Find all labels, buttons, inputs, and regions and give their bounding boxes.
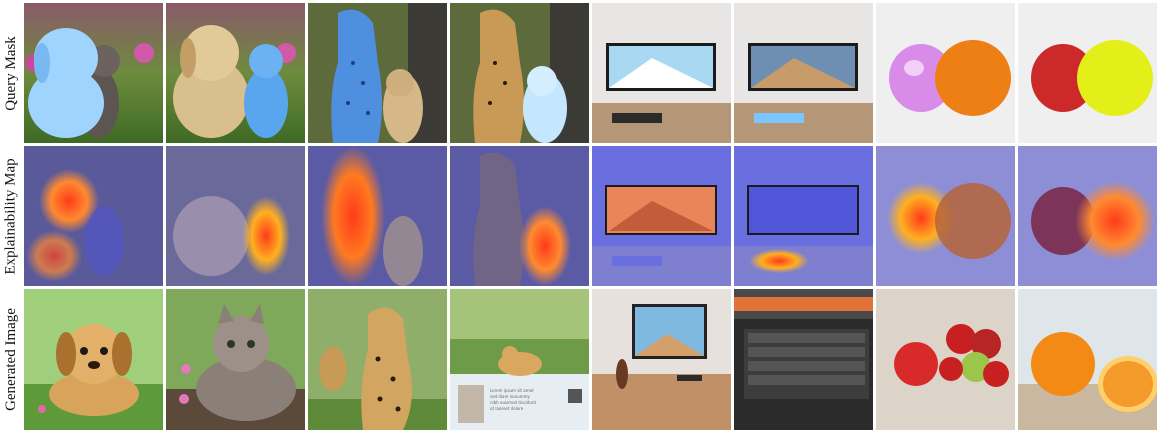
query-mask-golden-dog <box>450 3 589 143</box>
explainability-map-keyboard <box>734 146 873 286</box>
generated-image-caption-line-1: Lorem ipsum sit amet <box>490 388 534 393</box>
explainability-map-dog <box>24 146 163 286</box>
generated-image-apples <box>876 289 1015 430</box>
generated-image-cheetahs <box>308 289 447 430</box>
generated-image-caption-line-2: sed diam nonummy <box>490 394 530 399</box>
generated-image-puppy <box>24 289 163 430</box>
generated-image-kitten <box>166 289 305 430</box>
query-mask-keyboard <box>734 3 873 143</box>
generated-image-caption-line-3: nibh euismod tincidunt <box>490 400 536 405</box>
query-mask-cheetah <box>308 3 447 143</box>
explainability-map-cat <box>166 146 305 286</box>
generated-image-caption-line-4: ut laoreet dolore <box>490 406 524 411</box>
query-mask-monitor <box>592 3 731 143</box>
query-mask-dog <box>24 3 163 143</box>
row-label-explainability-map: Explainability Map <box>2 157 19 275</box>
query-mask-cat <box>166 3 305 143</box>
generated-image-keyboard <box>734 289 873 430</box>
generated-image-desk <box>592 289 731 430</box>
query-mask-apple <box>876 3 1015 143</box>
query-mask-orange <box>1018 3 1157 143</box>
row-label-query-mask: Query Mask <box>2 35 19 111</box>
row-label-generated-image: Generated Image <box>2 308 19 411</box>
image-grid: Lorem ipsum sit amet sed diam nonummy ni… <box>24 3 1160 430</box>
explainability-map-orange <box>1018 146 1157 286</box>
generated-image-oranges <box>1018 289 1157 430</box>
explainability-map-cheetah <box>308 146 447 286</box>
explainability-map-apple <box>876 146 1015 286</box>
explainability-map-golden-dog <box>450 146 589 286</box>
generated-image-garden-dog: Lorem ipsum sit amet sed diam nonummy ni… <box>450 289 589 430</box>
explainability-map-monitor <box>592 146 731 286</box>
